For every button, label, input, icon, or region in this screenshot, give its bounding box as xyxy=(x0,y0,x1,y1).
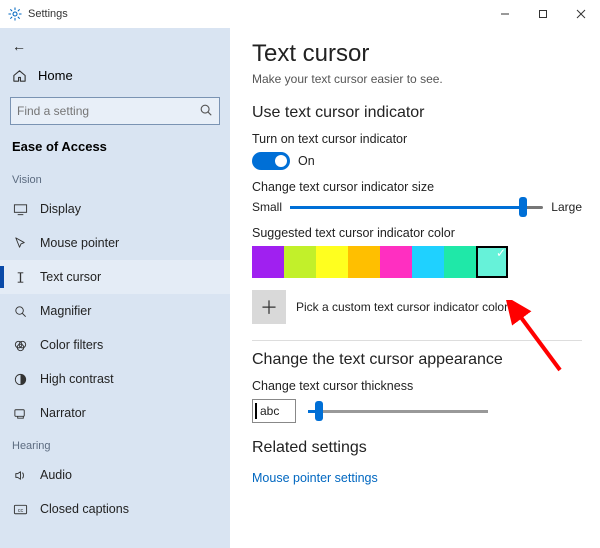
window-title: Settings xyxy=(28,8,68,20)
section-indicator-heading: Use text cursor indicator xyxy=(252,104,582,122)
audio-icon xyxy=(12,467,28,483)
sidebar-item-narrator[interactable]: Narrator xyxy=(0,396,230,430)
sidebar-item-magnifier[interactable]: Magnifier xyxy=(0,294,230,328)
search-box[interactable] xyxy=(10,97,220,125)
preview-text: abc xyxy=(260,404,279,418)
window-controls xyxy=(486,0,600,28)
color-swatch-2[interactable] xyxy=(316,246,348,278)
toggle-track xyxy=(252,152,290,170)
thickness-label: Change text cursor thickness xyxy=(252,379,582,393)
slider-knob[interactable] xyxy=(519,197,527,217)
page-title: Text cursor xyxy=(252,40,582,68)
add-custom-color-button[interactable]: ＋ xyxy=(252,290,286,324)
color-swatch-4[interactable] xyxy=(380,246,412,278)
closed-captions-icon: cc xyxy=(12,501,28,517)
settings-window: Settings ← Home xyxy=(0,0,600,548)
maximize-button[interactable] xyxy=(524,0,562,28)
size-label: Change text cursor indicator size xyxy=(252,180,582,194)
home-icon xyxy=(12,68,28,83)
color-swatch-3[interactable] xyxy=(348,246,380,278)
nav-label: Text cursor xyxy=(40,270,101,284)
color-swatch-7[interactable] xyxy=(476,246,508,278)
sidebar-item-mouse-pointer[interactable]: Mouse pointer xyxy=(0,226,230,260)
color-filters-icon xyxy=(12,337,28,353)
search-icon xyxy=(199,103,213,120)
color-swatch-0[interactable] xyxy=(252,246,284,278)
nav-label: Display xyxy=(40,202,81,216)
color-swatch-1[interactable] xyxy=(284,246,316,278)
toggle-label: Turn on text cursor indicator xyxy=(252,132,582,146)
slider-knob[interactable] xyxy=(315,401,323,421)
nav-label: Narrator xyxy=(40,406,86,420)
color-label: Suggested text cursor indicator color xyxy=(252,226,582,240)
sidebar-item-display[interactable]: Display xyxy=(0,192,230,226)
nav-label: Audio xyxy=(40,468,72,482)
related-link-mouse-pointer[interactable]: Mouse pointer settings xyxy=(252,471,378,485)
thickness-slider[interactable] xyxy=(308,410,488,413)
thickness-preview: abc xyxy=(252,399,296,423)
sidebar-item-high-contrast[interactable]: High contrast xyxy=(0,362,230,396)
section-related-heading: Related settings xyxy=(252,439,582,457)
narrator-icon xyxy=(12,405,28,421)
section-header: Ease of Access xyxy=(0,135,230,164)
back-button[interactable]: ← xyxy=(0,32,230,60)
nav-label: Closed captions xyxy=(40,502,129,516)
sidebar-item-color-filters[interactable]: Color filters xyxy=(0,328,230,362)
toggle-state: On xyxy=(298,154,315,168)
sidebar-item-closed-captions[interactable]: cc Closed captions xyxy=(0,492,230,526)
custom-color-label: Pick a custom text cursor indicator colo… xyxy=(296,300,508,314)
plus-icon: ＋ xyxy=(260,294,278,320)
high-contrast-icon xyxy=(12,371,28,387)
slider-fill xyxy=(290,206,523,209)
minimize-button[interactable] xyxy=(486,0,524,28)
color-swatch-6[interactable] xyxy=(444,246,476,278)
nav-label: Mouse pointer xyxy=(40,236,119,250)
indicator-size-slider-row: Small Large xyxy=(252,200,582,214)
separator xyxy=(252,340,582,341)
color-swatches xyxy=(252,246,582,278)
titlebar: Settings xyxy=(0,0,600,28)
caret-preview xyxy=(255,403,257,419)
main-content: Text cursor Make your text cursor easier… xyxy=(230,28,600,548)
nav-label: Color filters xyxy=(40,338,103,352)
display-icon xyxy=(12,201,28,217)
section-appearance-heading: Change the text cursor appearance xyxy=(252,351,582,369)
svg-text:cc: cc xyxy=(17,507,23,513)
size-max-label: Large xyxy=(551,200,582,214)
sidebar-item-audio[interactable]: Audio xyxy=(0,458,230,492)
sidebar-item-text-cursor[interactable]: Text cursor xyxy=(0,260,230,294)
page-subtitle: Make your text cursor easier to see. xyxy=(252,72,582,86)
settings-icon xyxy=(8,7,22,21)
back-arrow-icon: ← xyxy=(12,38,26,54)
mouse-pointer-icon xyxy=(12,235,28,251)
thickness-row: abc xyxy=(252,399,582,423)
group-hearing: Hearing xyxy=(0,430,230,458)
toggle-thumb xyxy=(275,155,287,167)
indicator-size-slider[interactable] xyxy=(290,206,543,209)
nav-label: High contrast xyxy=(40,372,114,386)
home-label: Home xyxy=(38,68,73,83)
cursor-indicator-toggle[interactable]: On xyxy=(252,152,582,170)
color-swatch-5[interactable] xyxy=(412,246,444,278)
magnifier-icon xyxy=(12,303,28,319)
nav-label: Magnifier xyxy=(40,304,91,318)
text-cursor-icon xyxy=(12,269,28,285)
close-button[interactable] xyxy=(562,0,600,28)
sidebar: ← Home Ease of Access Vision Display xyxy=(0,28,230,548)
size-min-label: Small xyxy=(252,200,282,214)
sidebar-home[interactable]: Home xyxy=(0,60,230,91)
custom-color-row[interactable]: ＋ Pick a custom text cursor indicator co… xyxy=(252,290,582,324)
search-input[interactable] xyxy=(17,104,177,118)
group-vision: Vision xyxy=(0,164,230,192)
